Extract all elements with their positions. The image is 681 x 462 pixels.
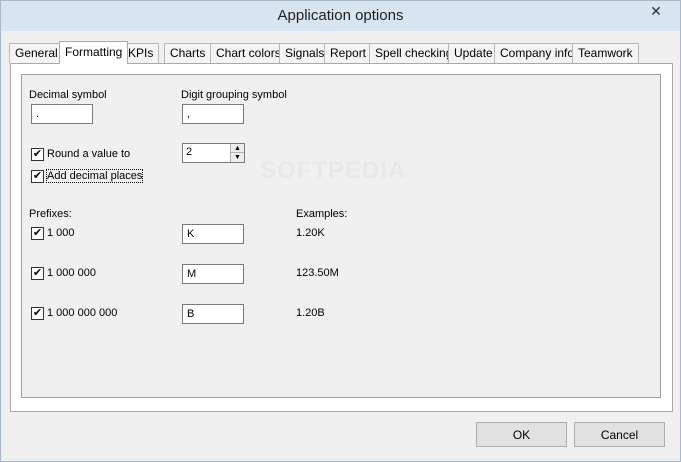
prefix-billion-label: 1 000 000 000 bbox=[47, 307, 118, 319]
round-value: 2 bbox=[186, 146, 193, 158]
spin-up-button[interactable]: ▲ bbox=[231, 144, 244, 153]
prefixes-label: Prefixes: bbox=[29, 208, 72, 220]
add-decimal-label: Add decimal places bbox=[45, 169, 144, 183]
prefix-million-label: 1 000 000 bbox=[47, 267, 96, 279]
close-icon: ✕ bbox=[650, 2, 662, 19]
arrow-up-icon: ▲ bbox=[234, 144, 241, 152]
prefix-billion-input[interactable]: B bbox=[182, 304, 244, 324]
decimal-symbol-label: Decimal symbol bbox=[29, 89, 107, 101]
tab-spell-checking[interactable]: Spell checking bbox=[369, 43, 459, 63]
tab-charts[interactable]: Charts bbox=[164, 43, 212, 63]
check-icon: ✔ bbox=[32, 170, 43, 182]
add-decimal-checkbox[interactable]: ✔ bbox=[31, 170, 44, 183]
tab-formatting[interactable]: Formatting bbox=[59, 41, 129, 64]
prefix-million-example: 123.50M bbox=[296, 267, 339, 279]
ok-button[interactable]: OK bbox=[476, 422, 567, 447]
tab-report[interactable]: Report bbox=[324, 43, 373, 63]
formatting-group: SOFTPEDIA Decimal symbol . Digit groupin… bbox=[21, 74, 661, 398]
tab-update[interactable]: Update bbox=[448, 43, 499, 63]
digit-grouping-input[interactable]: , bbox=[182, 104, 244, 124]
tab-general[interactable]: General bbox=[9, 43, 64, 63]
tab-teamwork[interactable]: Teamwork bbox=[572, 43, 639, 63]
examples-label: Examples: bbox=[296, 208, 348, 220]
round-spinner[interactable]: 2 ▲ ▼ bbox=[182, 143, 245, 163]
prefix-billion-example: 1.20B bbox=[296, 307, 325, 319]
prefix-billion-checkbox[interactable]: ✔ bbox=[31, 307, 44, 320]
prefix-thousand-label: 1 000 bbox=[47, 227, 75, 239]
close-button[interactable]: ✕ bbox=[636, 1, 676, 21]
decimal-symbol-input[interactable]: . bbox=[31, 104, 93, 124]
prefix-million-checkbox[interactable]: ✔ bbox=[31, 267, 44, 280]
digit-grouping-label: Digit grouping symbol bbox=[181, 89, 287, 101]
check-icon: ✔ bbox=[32, 148, 43, 160]
window-title: Application options bbox=[277, 7, 404, 24]
cancel-button[interactable]: Cancel bbox=[574, 422, 665, 447]
round-label: Round a value to bbox=[47, 148, 131, 160]
prefix-thousand-example: 1.20K bbox=[296, 227, 325, 239]
tab-signals[interactable]: Signals bbox=[279, 43, 331, 63]
application-options-window: Application options ✕ General Formatting… bbox=[0, 0, 681, 462]
arrow-down-icon: ▼ bbox=[234, 154, 241, 161]
softpedia-watermark: SOFTPEDIA bbox=[260, 157, 407, 184]
prefix-thousand-checkbox[interactable]: ✔ bbox=[31, 227, 44, 240]
check-icon: ✔ bbox=[32, 227, 43, 239]
spin-down-button[interactable]: ▼ bbox=[231, 153, 244, 162]
round-checkbox[interactable]: ✔ bbox=[31, 148, 44, 161]
prefix-thousand-input[interactable]: K bbox=[182, 224, 244, 244]
check-icon: ✔ bbox=[32, 267, 43, 279]
formatting-panel: SOFTPEDIA Decimal symbol . Digit groupin… bbox=[10, 63, 673, 412]
prefix-million-input[interactable]: M bbox=[182, 264, 244, 284]
tab-chart-colors[interactable]: Chart colors bbox=[210, 43, 287, 63]
title-bar: Application options ✕ bbox=[1, 1, 680, 31]
spin-buttons: ▲ ▼ bbox=[230, 144, 244, 162]
tab-company-info[interactable]: Company info bbox=[494, 43, 581, 63]
check-icon: ✔ bbox=[32, 307, 43, 319]
